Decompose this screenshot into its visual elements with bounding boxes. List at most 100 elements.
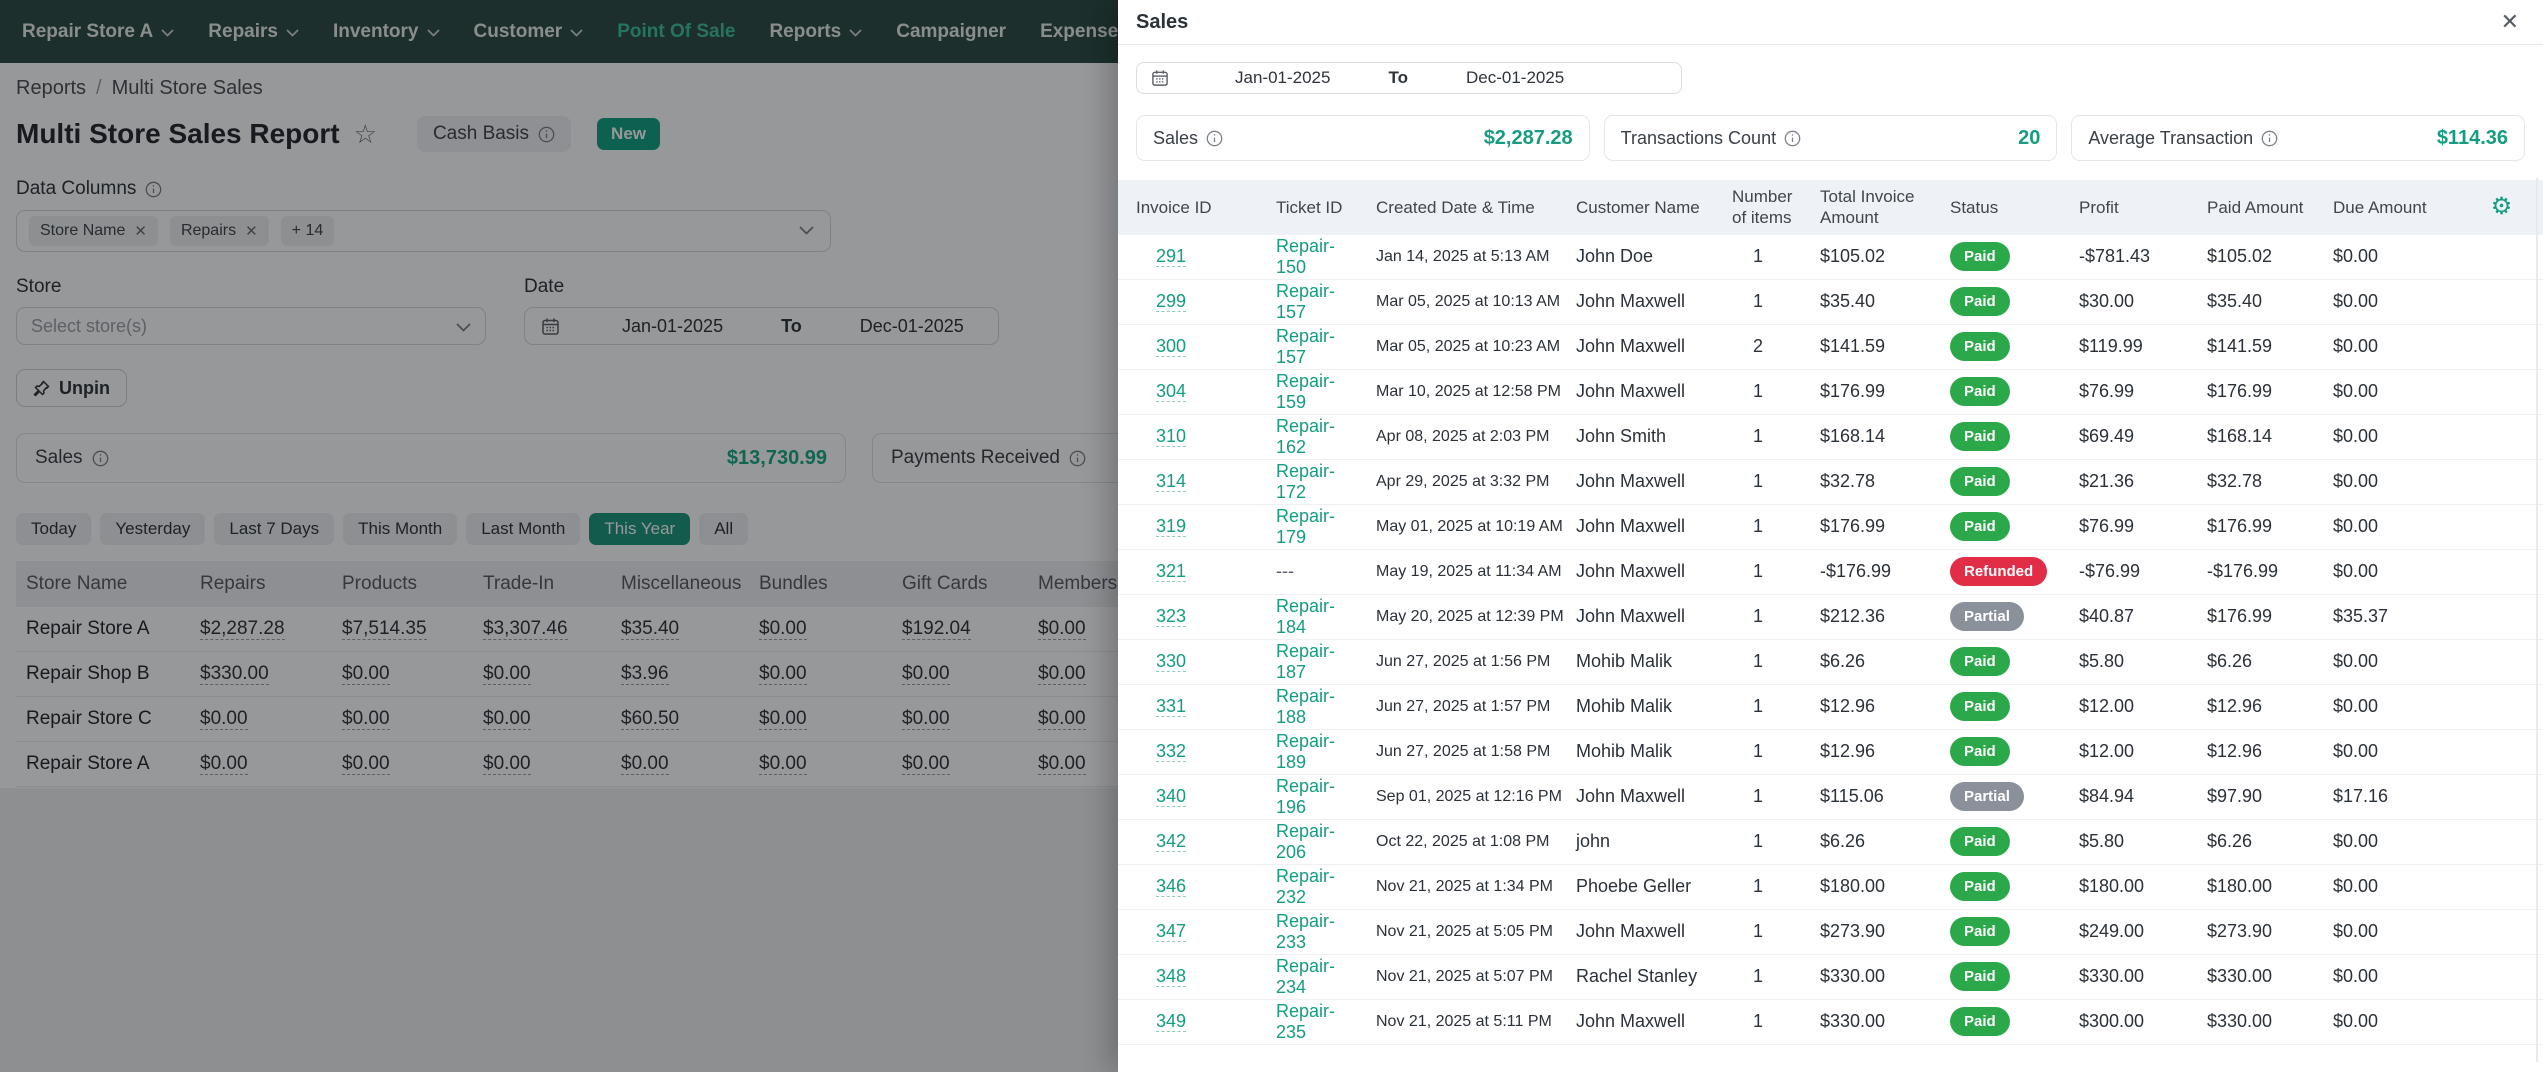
customer-name-cell: Mohib Malik (1576, 741, 1673, 761)
invoice-id-link[interactable]: 348 (1156, 966, 1187, 987)
stat-label-wrap: Sales (1153, 128, 1223, 149)
created-date-cell: Jun 27, 2025 at 1:58 PM (1376, 742, 1551, 760)
due-amount-cell: $0.00 (2333, 651, 2379, 671)
invoice-column-profit: Profit (2079, 197, 2119, 217)
ticket-id-link[interactable]: Repair- 162 (1276, 416, 1335, 457)
created-date-cell: Nov 21, 2025 at 5:05 PM (1376, 922, 1553, 940)
total-amount-cell: $330.00 (1820, 1011, 1886, 1031)
invoice-id-link[interactable]: 304 (1156, 381, 1187, 402)
created-date-cell: Mar 05, 2025 at 10:13 AM (1376, 292, 1561, 310)
created-date-cell: May 01, 2025 at 10:19 AM (1376, 517, 1563, 535)
invoice-row: 342 Repair- 206 Oct 22, 2025 at 1:08 PM joh… (1118, 820, 2543, 865)
invoice-id-link[interactable]: 340 (1156, 786, 1187, 807)
ticket-id-cell: Repair- 187 (1258, 641, 1358, 683)
customer-name-cell: John Maxwell (1576, 606, 1686, 626)
invoice-id-link[interactable]: 291 (1156, 246, 1187, 267)
gear-icon[interactable]: ⚙ (2442, 192, 2543, 222)
due-amount-cell: $0.00 (2333, 876, 2379, 896)
ticket-id-link[interactable]: Repair- 150 (1276, 236, 1335, 277)
ticket-id-link[interactable]: Repair- 184 (1276, 596, 1335, 637)
invoice-id-link[interactable]: 346 (1156, 876, 1187, 897)
invoice-id-link[interactable]: 349 (1156, 1011, 1187, 1032)
profit-cell: $5.80 (2079, 831, 2125, 851)
invoice-id-link[interactable]: 321 (1156, 561, 1187, 582)
stat-card-sales: Sales $2,287.28 (1136, 115, 1590, 161)
close-icon[interactable]: ✕ (2501, 11, 2519, 33)
invoice-id-cell: 304 (1118, 381, 1258, 402)
ticket-id-link[interactable]: Repair- 189 (1276, 731, 1335, 772)
profit-cell: $21.36 (2079, 471, 2135, 491)
ticket-id-cell: Repair- 235 (1258, 1001, 1358, 1043)
ticket-id-link[interactable]: Repair- 206 (1276, 821, 1335, 862)
ticket-id-link[interactable]: Repair- 159 (1276, 371, 1335, 412)
paid-amount-cell: $12.96 (2207, 741, 2263, 761)
invoice-id-link[interactable]: 314 (1156, 471, 1187, 492)
ticket-id-link[interactable]: Repair- 157 (1276, 281, 1335, 322)
invoice-id-cell: 319 (1118, 516, 1258, 537)
total-amount-cell: $330.00 (1820, 966, 1886, 986)
invoice-id-link[interactable]: 299 (1156, 291, 1187, 312)
status-badge: Paid (1950, 737, 2010, 766)
due-amount-cell: $0.00 (2333, 561, 2379, 581)
status-badge: Paid (1950, 917, 2010, 946)
invoice-column-created-date-time: Created Date & Time (1376, 197, 1535, 217)
invoice-id-link[interactable]: 342 (1156, 831, 1187, 852)
customer-name-cell: John Maxwell (1576, 1011, 1686, 1031)
ticket-id-link[interactable]: Repair- 157 (1276, 326, 1335, 367)
ticket-id-link[interactable]: Repair- 172 (1276, 461, 1335, 502)
ticket-id-cell: Repair- 184 (1258, 596, 1358, 638)
status-cell: Paid (1932, 242, 2061, 271)
invoice-id-cell: 348 (1118, 966, 1258, 987)
panel-body: Jan-01-2025 To Dec-01-2025 Sales $2,287.2… (1118, 45, 2543, 1045)
invoice-id-cell: 331 (1118, 696, 1258, 717)
ticket-id-link[interactable]: Repair- 187 (1276, 641, 1335, 682)
ticket-id-link[interactable]: Repair- 235 (1276, 1001, 1335, 1042)
total-amount-cell: $115.06 (1820, 786, 1884, 806)
customer-name-cell: John Maxwell (1576, 921, 1686, 941)
panel-date-range-input[interactable]: Jan-01-2025 To Dec-01-2025 (1136, 62, 1682, 94)
panel-scrollbar[interactable] (2536, 178, 2538, 1062)
ticket-id-link[interactable]: Repair- 233 (1276, 911, 1335, 952)
invoices-table-body: 291 Repair- 150 Jan 14, 2025 at 5:13 AM Joh… (1118, 235, 2543, 1045)
total-amount-cell: $141.59 (1820, 336, 1886, 356)
customer-name-cell: John Maxwell (1576, 471, 1686, 491)
ticket-id-link[interactable]: Repair- 234 (1276, 956, 1335, 997)
ticket-id-link[interactable]: Repair- 196 (1276, 776, 1335, 817)
profit-cell: $180.00 (2079, 876, 2145, 896)
paid-amount-cell: $176.99 (2207, 381, 2273, 401)
status-cell: Paid (1932, 917, 2061, 946)
paid-amount-cell: $273.90 (2207, 921, 2273, 941)
invoice-id-link[interactable]: 347 (1156, 921, 1187, 942)
invoice-id-cell: 291 (1118, 246, 1258, 267)
created-date-cell: Oct 22, 2025 at 1:08 PM (1376, 832, 1550, 850)
modal-dim-overlay[interactable] (0, 0, 1118, 1072)
status-cell: Paid (1932, 827, 2061, 856)
status-cell: Paid (1932, 1007, 2061, 1036)
ticket-id-link[interactable]: Repair- 188 (1276, 686, 1335, 727)
profit-cell: $249.00 (2079, 921, 2145, 941)
due-amount-cell: $35.37 (2333, 606, 2389, 626)
invoice-row: 331 Repair- 188 Jun 27, 2025 at 1:57 PM Moh… (1118, 685, 2543, 730)
invoice-id-link[interactable]: 319 (1156, 516, 1187, 537)
invoice-id-link[interactable]: 331 (1156, 696, 1187, 717)
invoice-id-link[interactable]: 323 (1156, 606, 1187, 627)
items-count-cell: 2 (1752, 336, 1763, 356)
ticket-id-link[interactable]: Repair- 179 (1276, 506, 1335, 547)
ticket-id-link[interactable]: Repair- 232 (1276, 866, 1335, 907)
ticket-id-cell: Repair- 234 (1258, 956, 1358, 998)
stat-card-transactions-count: Transactions Count 20 (1603, 115, 2058, 161)
profit-cell: $40.87 (2079, 606, 2135, 626)
invoice-row: 323 Repair- 184 May 20, 2025 at 12:39 PM Jo… (1118, 595, 2543, 640)
total-amount-cell: $176.99 (1820, 516, 1886, 536)
items-count-cell: 1 (1752, 516, 1763, 536)
due-amount-cell: $0.00 (2333, 426, 2379, 446)
paid-amount-cell: $330.00 (2207, 966, 2273, 986)
stat-label: Average Transaction (2088, 127, 2254, 148)
items-count-cell: 1 (1752, 876, 1763, 896)
invoice-id-link[interactable]: 330 (1156, 651, 1187, 672)
invoice-id-link[interactable]: 300 (1156, 336, 1187, 357)
status-badge: Paid (1950, 242, 2010, 271)
profit-cell: -$76.99 (2079, 561, 2141, 581)
invoice-id-link[interactable]: 332 (1156, 741, 1187, 762)
invoice-id-link[interactable]: 310 (1156, 426, 1187, 447)
